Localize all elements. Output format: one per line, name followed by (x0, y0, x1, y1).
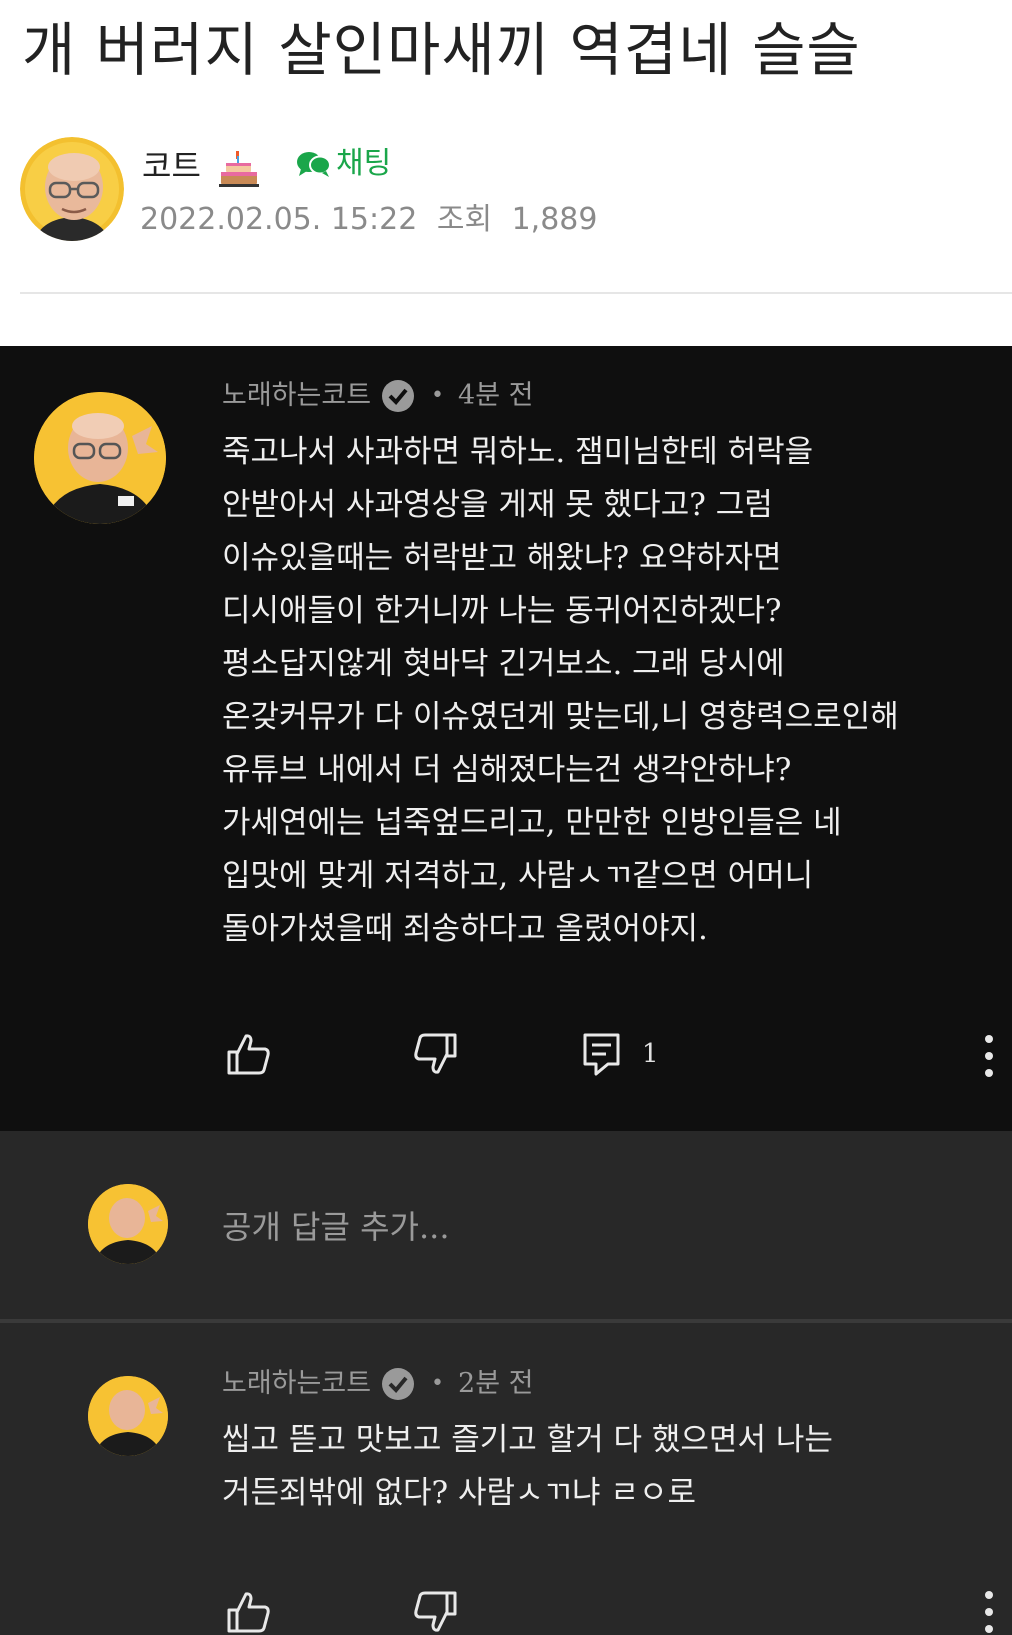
comment-line: 죽고나서 사과하면 뭐하노. 잼미님한테 허락을 (222, 434, 814, 470)
comment-author[interactable]: 노래하는코트 (222, 378, 371, 414)
comment-line: 디시애들이 한거니까 나는 동귀어진하겠다? (222, 593, 782, 629)
comment-line: 유튜브 내에서 더 심해졌다는건 생각안하냐? (222, 752, 792, 788)
thumbs-down-icon[interactable] (412, 1032, 458, 1076)
comment-line: 안받아서 사과영상을 게재 못 했다고? 그럼 (222, 487, 773, 523)
reply-row-divider (0, 1319, 1012, 1323)
post-title: 개 버러지 살인마새끼 역겹네 슬슬 (22, 16, 861, 84)
views-label: 조회 (436, 202, 493, 237)
comment-line: 평소답지않게 혓바닥 긴거보소. 그래 당시에 (222, 646, 785, 682)
add-reply-input[interactable]: 공개 답글 추가... (222, 1202, 450, 1248)
post-meta: 2022.02.05. 15:22 조회 1,889 (140, 200, 607, 240)
comment-line: 온갖커뮤가 다 이슈였던게 맞는데,니 영향력으로인해 (222, 699, 899, 735)
comment-author[interactable]: 노래하는코트 (222, 1366, 371, 1402)
thumbs-down-icon[interactable] (412, 1590, 458, 1634)
comment-line: 이슈있을때는 허락받고 해왔냐? 요약하자면 (222, 540, 782, 576)
comment-body: 씹고 뜯고 맛보고 즐기고 할거 다 했으면서 나는 거든죄밖에 없다? 사람ㅅ… (222, 1414, 833, 1520)
comment-avatar[interactable] (34, 392, 166, 524)
chat-bubble-icon (297, 152, 331, 177)
separator-dot: • (431, 383, 445, 408)
more-vertical-icon[interactable] (984, 1590, 994, 1634)
comment-time: 2분 전 (458, 1368, 534, 1399)
chat-label: 채팅 (336, 146, 392, 181)
comment-author-row: 노래하는코트 • 2분 전 (222, 1366, 533, 1402)
comment-author-row: 노래하는코트 • 4분 전 (222, 378, 533, 414)
comment-line: 씹고 뜯고 맛보고 즐기고 할거 다 했으면서 나는 (222, 1422, 833, 1458)
reply-count: 1 (642, 1039, 659, 1069)
author-avatar[interactable] (20, 137, 124, 241)
thumbs-up-icon[interactable] (226, 1590, 272, 1634)
author-name[interactable]: 코트 (142, 146, 201, 186)
comment-body: 죽고나서 사과하면 뭐하노. 잼미님한테 허락을 안받아서 사과영상을 게재 못… (222, 426, 899, 956)
separator-dot: • (431, 1371, 445, 1396)
header-divider (20, 292, 1012, 294)
reply-icon[interactable] (582, 1032, 622, 1078)
comment-screenshot: 노래하는코트 • 4분 전 죽고나서 사과하면 뭐하노. 잼미님한테 허락을 안… (0, 346, 1012, 1635)
comment-line: 가세연에는 넙죽엎드리고, 만만한 인방인들은 네 (222, 805, 842, 841)
post-date: 2022.02.05. 15:22 (140, 202, 418, 237)
chat-link[interactable]: 채팅 (296, 144, 391, 184)
views-count: 1,889 (511, 202, 598, 237)
cake-icon (218, 148, 260, 188)
comment-line: 거든죄밖에 없다? 사람ㅅㄲ냐 ㄹㅇ로 (222, 1475, 696, 1511)
more-vertical-icon[interactable] (984, 1034, 994, 1078)
verified-icon (382, 1368, 415, 1400)
comment-line: 입맛에 맞게 저격하고, 사람ㅅㄲ같으면 어머니 (222, 858, 814, 894)
comment-time: 4분 전 (458, 380, 534, 411)
comment-avatar[interactable] (88, 1376, 168, 1456)
comment-line: 돌아가셨을때 죄송하다고 올렸어야지. (222, 911, 708, 947)
verified-icon (382, 380, 415, 412)
thumbs-up-icon[interactable] (226, 1032, 272, 1076)
my-avatar[interactable] (88, 1184, 168, 1264)
